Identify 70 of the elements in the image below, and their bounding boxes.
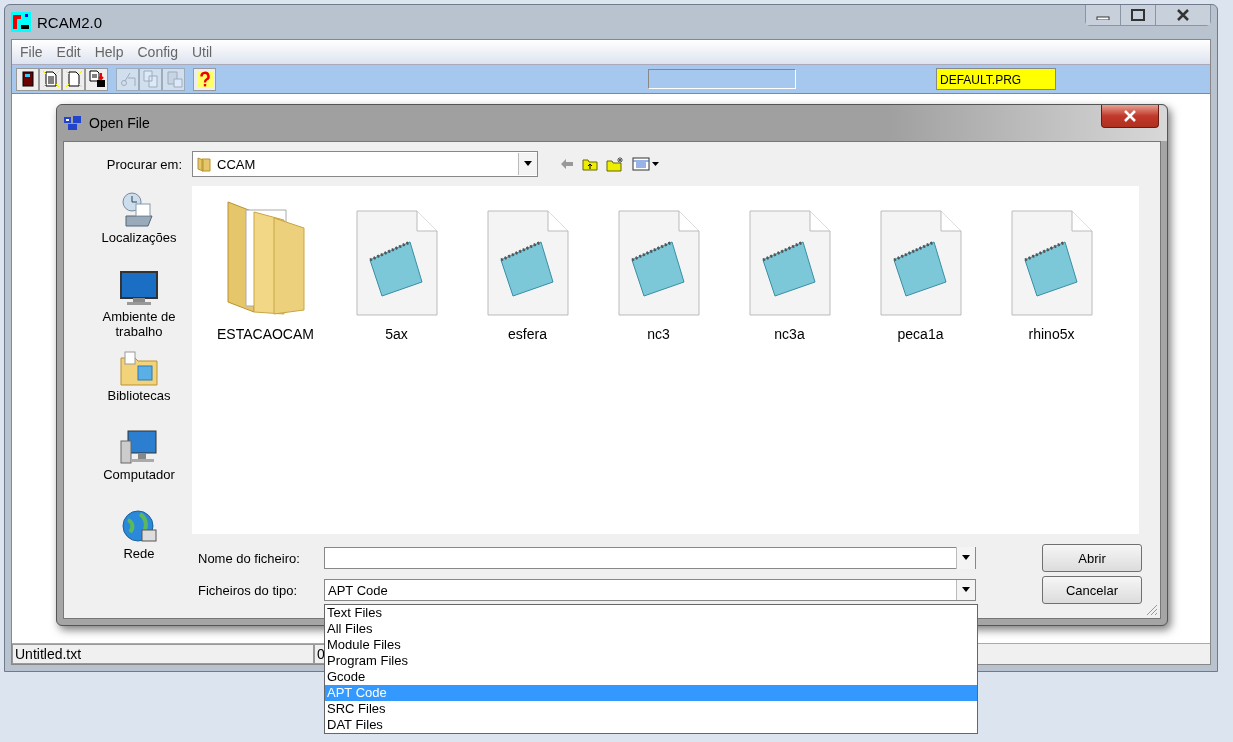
app-icon (11, 12, 31, 32)
place-label[interactable]: Bibliotecas (96, 388, 182, 403)
notepad-file-icon (617, 210, 700, 316)
place-label[interactable]: Rede (96, 546, 182, 561)
menu-item[interactable]: Config (137, 44, 178, 60)
file-name[interactable]: esfera (508, 326, 547, 342)
notepad-file-icon (355, 210, 438, 316)
status-text: Untitled.txt (12, 644, 314, 664)
folder-icon (197, 156, 211, 172)
up-folder-icon[interactable] (582, 157, 598, 171)
menu-item[interactable]: Util (191, 44, 213, 60)
place-label[interactable]: Computador (96, 467, 182, 482)
menu-item[interactable]: Help (94, 44, 124, 60)
file-name-field[interactable] (324, 547, 976, 569)
notepad-file-icon (879, 210, 962, 316)
view-menu-icon[interactable] (632, 157, 660, 171)
file-name[interactable]: nc3 (647, 326, 670, 342)
dropdown-arrow-icon (961, 555, 971, 561)
dropdown-arrow-icon (523, 161, 533, 167)
maximize-button[interactable] (1120, 5, 1155, 25)
new-icon (41, 70, 60, 88)
folder-icon (225, 200, 306, 316)
look-in-label: Procurar em: (105, 156, 183, 172)
dialog-close-button[interactable] (1101, 105, 1159, 128)
computer-icon[interactable] (118, 427, 160, 467)
window-title: RCAM2.0 (37, 13, 103, 31)
file-name[interactable]: ESTACAOCAM (217, 326, 314, 342)
file-type-dropdown[interactable]: APT Code (324, 579, 976, 601)
cancel-button[interactable]: Cancelar (1042, 576, 1142, 604)
file-name[interactable]: nc3a (774, 326, 805, 342)
close-icon (1176, 9, 1190, 21)
dropdown-arrow-icon (961, 587, 971, 593)
blank-icon (64, 70, 83, 88)
copy-icon (141, 70, 160, 88)
place-label[interactable]: Ambiente de trabalho (96, 309, 182, 339)
paste-icon (164, 70, 183, 88)
menu-item[interactable]: File (20, 44, 43, 60)
file-name[interactable]: 5ax (385, 326, 408, 342)
libraries-icon[interactable] (118, 348, 160, 388)
file-name[interactable]: peca1a (897, 326, 944, 342)
file-type-option[interactable]: Gcode (325, 669, 977, 685)
back-arrow-icon[interactable] (560, 158, 574, 170)
program-field: DEFAULT.PRG (936, 68, 1056, 90)
file-type-option[interactable]: All Files (325, 621, 977, 637)
file-type-option[interactable]: SRC Files (325, 701, 977, 717)
menu-item[interactable]: Edit (56, 44, 81, 60)
help-icon (195, 70, 214, 88)
new-folder-icon[interactable] (606, 156, 624, 172)
notepad-file-icon (748, 210, 831, 316)
place-label[interactable]: Localizações (96, 230, 182, 245)
file-type-option[interactable]: Module Files (325, 637, 977, 653)
file-type-label: Ficheiros do tipo: (198, 582, 298, 598)
save-icon (87, 70, 106, 88)
file-type-option[interactable]: DAT Files (325, 717, 977, 733)
toolbar-button[interactable] (85, 67, 108, 91)
close-icon (1123, 110, 1137, 122)
open-button[interactable]: Abrir (1042, 544, 1142, 572)
dialog-icon (63, 115, 83, 131)
file-type-option[interactable]: Program Files (325, 653, 977, 669)
file-name[interactable]: rhino5x (1028, 326, 1075, 342)
look-in-dropdown[interactable]: CCAM (192, 151, 538, 177)
maximize-icon (1131, 9, 1145, 21)
notepad-file-icon (1010, 210, 1093, 316)
toolbar-button[interactable] (16, 67, 39, 91)
file-type-option[interactable]: Text Files (325, 605, 977, 621)
resize-grip-icon[interactable] (1146, 604, 1158, 616)
close-button[interactable] (1155, 5, 1210, 25)
notepad-file-icon (486, 210, 569, 316)
dialog-title: Open File (89, 115, 150, 131)
file-name-label: Nome do ficheiro: (198, 550, 301, 566)
